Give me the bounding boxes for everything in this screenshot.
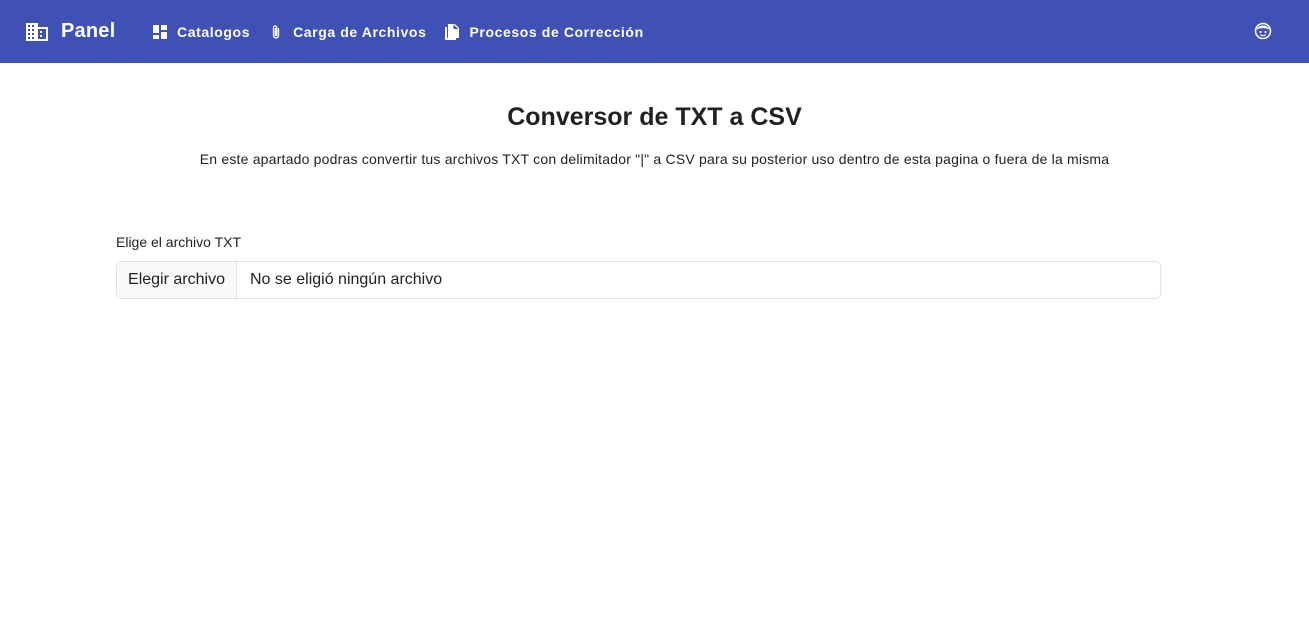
brand-title: Panel: [61, 20, 116, 42]
nav-label-catalogos: Catalogos: [177, 23, 251, 40]
file-field-label: Elige el archivo TXT: [116, 234, 242, 250]
user-face-icon[interactable]: [1254, 22, 1272, 40]
file-status-text: No se eligió ningún archivo: [250, 271, 443, 288]
nav-item-procesos-correccion[interactable]: Procesos de Corrección: [444, 12, 643, 52]
brand-link[interactable]: Panel: [26, 0, 115, 63]
main-nav: Catalogos Carga de Archivos Procesos de …: [152, 0, 662, 63]
txt-file-input[interactable]: Elegir archivo No se eligió ningún archi…: [116, 261, 1161, 299]
nav-label-carga-archivos: Carga de Archivos: [293, 23, 427, 40]
page-description: En este apartado podras convertir tus ar…: [199, 151, 1110, 167]
dashboard-icon: [153, 24, 167, 39]
nav-item-carga-archivos[interactable]: Carga de Archivos: [268, 12, 426, 52]
paperclip-icon: [272, 24, 280, 39]
top-navbar: Panel Catalogos Carga de Archivos Proces…: [0, 0, 1309, 63]
nav-label-procesos-correccion: Procesos de Corrección: [469, 23, 644, 40]
choose-file-button[interactable]: Elegir archivo: [117, 262, 237, 298]
page-title: Conversor de TXT a CSV: [507, 103, 802, 131]
nav-item-catalogos[interactable]: Catalogos: [152, 12, 250, 52]
building-icon: [26, 22, 48, 41]
documents-icon: [445, 23, 460, 40]
